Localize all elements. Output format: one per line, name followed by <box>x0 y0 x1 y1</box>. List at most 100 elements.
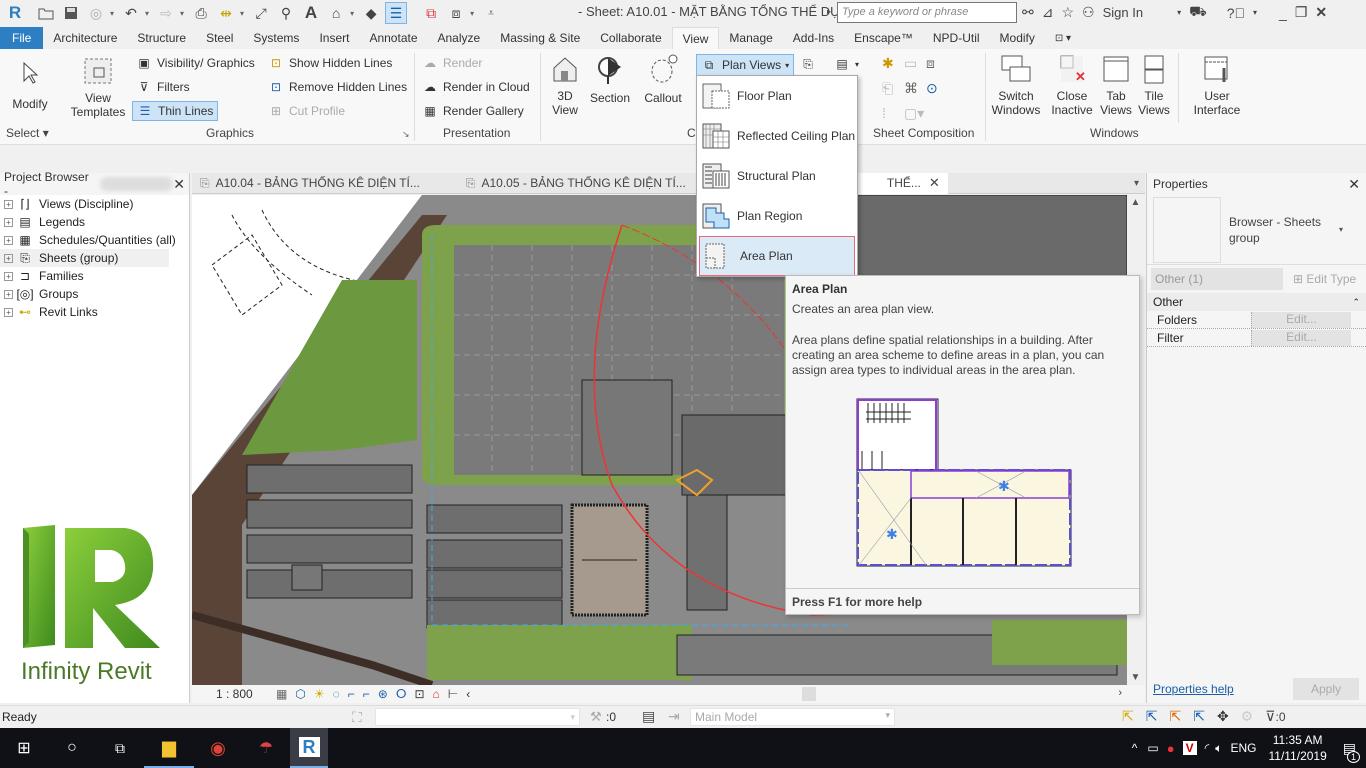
plan-views-button[interactable]: ⧉ Plan Views ▾ <box>696 54 795 76</box>
user-icon[interactable]: ⚇ <box>1082 4 1095 21</box>
tree-item-groups[interactable]: + [◎] Groups <box>0 285 189 303</box>
tab-modify[interactable]: Modify <box>990 27 1045 49</box>
action-center-icon[interactable]: ▤ 1 <box>1343 740 1360 763</box>
redo-icon[interactable]: ⇨ <box>155 2 177 24</box>
select-panel-label[interactable]: Select ▾ <box>6 126 49 140</box>
close-button[interactable]: ✕ <box>1315 4 1327 21</box>
file-explorer-icon[interactable]: ▆ <box>144 728 194 768</box>
language-indicator[interactable]: ENG <box>1230 741 1256 755</box>
chrome-icon[interactable]: ◉ <box>194 738 242 759</box>
design-option-dropdown[interactable]: Main Model ▾ <box>690 708 895 726</box>
start-button[interactable]: ⊞ <box>0 738 48 758</box>
expand-icon[interactable]: + <box>4 235 13 245</box>
type-selector[interactable]: Browser - Sheets group ▾ <box>1147 195 1366 265</box>
design-options-icon[interactable]: ▤ <box>642 708 655 725</box>
properties-close-button[interactable]: ✕ <box>1348 176 1360 193</box>
menu-item-floor-plan[interactable]: Floor Plan <box>697 76 857 116</box>
section-button[interactable]: Section <box>588 53 632 105</box>
expand-icon[interactable]: + <box>4 199 13 209</box>
switch-windows-icon[interactable]: ⧈ <box>445 2 467 24</box>
guide-grid-icon[interactable]: ⁞ <box>882 105 904 122</box>
filter-edit-button[interactable]: Edit... <box>1251 329 1351 346</box>
satellite-icon[interactable]: ⊿ <box>1042 4 1054 21</box>
tag-icon[interactable]: ⚲ <box>275 2 297 24</box>
select-pinned-icon[interactable]: ⇱ <box>1169 708 1181 725</box>
tab-add-ins[interactable]: Add-Ins <box>783 27 844 49</box>
menu-item-structural-plan[interactable]: Structural Plan <box>697 156 857 196</box>
tab-structure[interactable]: Structure <box>127 27 196 49</box>
measure-icon[interactable]: ⇹ <box>215 2 237 24</box>
filters-button[interactable]: ⊽ Filters <box>136 77 190 97</box>
expand-icon[interactable]: + <box>4 253 13 263</box>
remove-hidden-lines-button[interactable]: ⊡ Remove Hidden Lines <box>268 77 407 97</box>
show-hidden-lines-button[interactable]: ⊡ Show Hidden Lines <box>268 53 392 73</box>
doc-tab[interactable]: ⎘ A10.04 - BẢNG THỐNG KÊ DIỆN TÍ... <box>192 173 428 194</box>
tab-insert[interactable]: Insert <box>309 27 359 49</box>
wifi-icon[interactable]: ◜ <box>1205 741 1210 755</box>
sun-path-icon[interactable]: ☀ <box>314 687 325 701</box>
render-in-cloud-button[interactable]: ☁ Render in Cloud <box>422 77 530 97</box>
battery-icon[interactable]: ▭ <box>1147 741 1158 755</box>
select-underlay-icon[interactable]: ⇱ <box>1146 708 1158 725</box>
expand-icon[interactable]: + <box>4 271 13 281</box>
place-view-icon[interactable]: ⎗ <box>882 80 904 97</box>
expand-icon[interactable]: + <box>4 289 13 299</box>
lock-3d-icon[interactable]: ⊡ <box>414 687 424 701</box>
tab-views-button[interactable]: Tab Views <box>1098 53 1134 117</box>
properties-help-link[interactable]: Properties help <box>1153 682 1234 696</box>
view-templates-button[interactable]: View Templates <box>70 55 126 119</box>
clock[interactable]: 11:35 AM 11/11/2019 <box>1268 732 1326 764</box>
tab-npd-util[interactable]: NPD-Util <box>923 27 990 49</box>
collapse-icon[interactable]: ‹ <box>466 687 470 701</box>
task-view-icon[interactable]: ⧉ <box>96 740 144 757</box>
folders-edit-button[interactable]: Edit... <box>1251 311 1351 328</box>
customize-qat-icon[interactable]: ⩡ <box>480 2 502 24</box>
cut-profile-button[interactable]: ⊞ Cut Profile <box>268 101 345 121</box>
active-option-icon[interactable]: ⇥ <box>668 708 680 725</box>
visual-style-icon[interactable]: ⬡ <box>295 687 305 701</box>
help-dropdown-icon[interactable]: ▾ <box>1253 8 1257 17</box>
viewports-icon[interactable]: ▢▾ <box>904 105 926 122</box>
collapse-group-icon[interactable]: ⌃ <box>1352 297 1360 308</box>
search-input[interactable]: Type a keyword or phrase <box>837 2 1017 23</box>
tab-analyze[interactable]: Analyze <box>428 27 491 49</box>
canvas-horizontal-scrollbar[interactable]: › <box>602 687 1122 701</box>
instance-filter-dropdown[interactable]: Other (1) <box>1151 268 1283 290</box>
ribbon-minimize-toggle[interactable]: ⊡ ▾ <box>1045 27 1081 49</box>
aligned-dimension-icon[interactable]: ⤢ <box>250 2 272 24</box>
tab-architecture[interactable]: Architecture <box>43 27 127 49</box>
restore-button[interactable]: ❐ <box>1295 4 1308 21</box>
view-reference-icon[interactable]: ⊙ <box>926 80 948 97</box>
cart-icon[interactable]: ⛟ <box>1189 3 1207 22</box>
print-icon[interactable]: ⎙ <box>190 2 212 24</box>
dropdown-icon[interactable]: ▾ <box>1177 8 1181 17</box>
tab-manage[interactable]: Manage <box>719 27 782 49</box>
minimize-button[interactable]: _ <box>1279 5 1287 21</box>
project-browser-close-button[interactable]: ✕ <box>173 176 185 193</box>
cortana-search-icon[interactable]: ○ <box>48 739 96 757</box>
tab-file[interactable]: File <box>0 27 44 49</box>
select-by-face-icon[interactable]: ⇱ <box>1193 708 1205 725</box>
sign-in-link[interactable]: Sign In <box>1103 5 1143 20</box>
tree-item-legends[interactable]: + ▤ Legends <box>0 213 189 231</box>
new-sheet-icon[interactable]: ✱ <box>882 55 904 72</box>
tree-item-schedules[interactable]: + ▦ Schedules/Quantities (all) <box>0 231 189 249</box>
undo-icon[interactable]: ↶ <box>120 2 142 24</box>
tab-steel[interactable]: Steel <box>196 27 243 49</box>
default-3d-view-icon[interactable]: ⌂ <box>325 2 347 24</box>
tab-enscape[interactable]: Enscape™ <box>844 27 923 49</box>
edit-type-button[interactable]: ⊞ Edit Type <box>1293 272 1356 286</box>
crop-view-icon[interactable]: ⌐ <box>348 687 355 701</box>
crop-region-icon[interactable]: ⌐ <box>363 687 370 701</box>
temporary-hide-icon[interactable]: ⊛ <box>378 687 388 701</box>
expand-icon[interactable]: + <box>4 217 13 227</box>
tab-collaborate[interactable]: Collaborate <box>590 27 671 49</box>
close-tab-icon[interactable]: ✕ <box>929 175 940 191</box>
help-icon[interactable]: ?⃝ <box>1227 5 1245 21</box>
property-group-other[interactable]: Other ⌃ <box>1147 293 1366 311</box>
shadows-icon[interactable]: ◌ <box>333 687 340 701</box>
modify-button[interactable]: Modify <box>8 57 52 111</box>
binoculars-icon[interactable]: ⚯ <box>1022 4 1034 21</box>
show-hidden-icons[interactable]: ^ <box>1132 741 1138 755</box>
type-dropdown-icon[interactable]: ▾ <box>1339 225 1343 234</box>
